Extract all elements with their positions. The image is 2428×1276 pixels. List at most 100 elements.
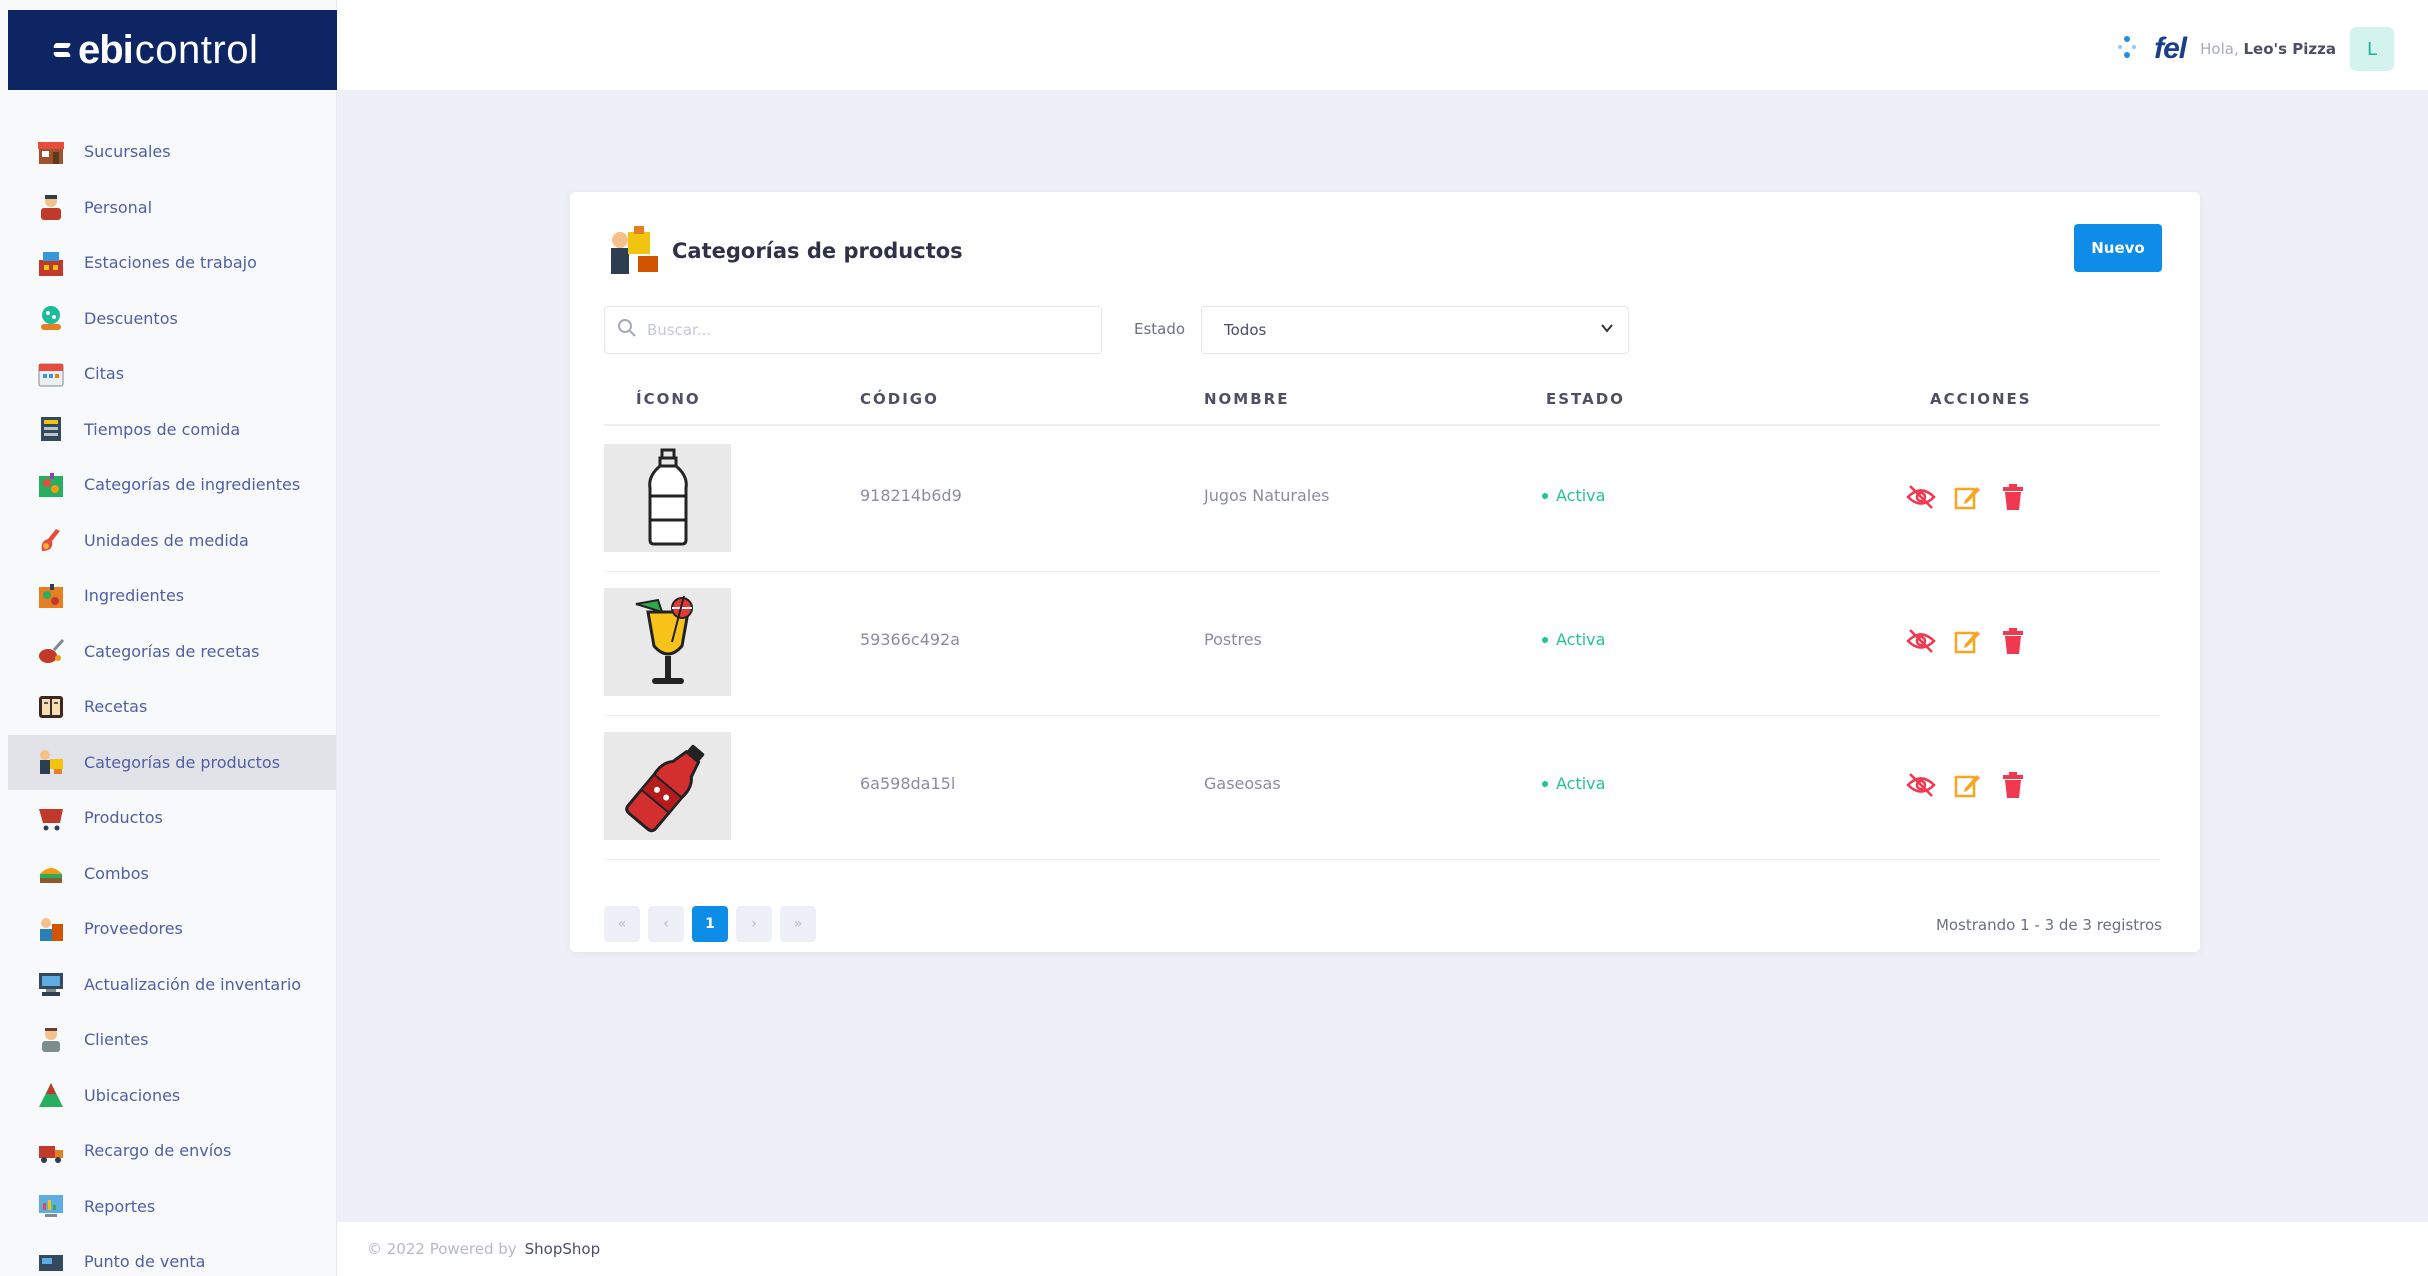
column-header-nombre: NOMBRE [1204, 390, 1290, 408]
sidebar-item-label: Recetas [84, 697, 148, 717]
search-input[interactable] [647, 321, 1087, 339]
sidebar-item-citas[interactable]: Citas [8, 346, 336, 402]
records-summary: Mostrando 1 - 3 de 3 registros [1935, 916, 2162, 934]
edit-icon[interactable] [1950, 624, 1984, 658]
prev-page-button[interactable]: ‹ [648, 906, 684, 942]
brand-mark-icon [52, 37, 72, 63]
sidebar-item-categorias-ingredientes[interactable]: Categorías de ingredientes [8, 457, 336, 513]
store-icon [34, 135, 68, 169]
sidebar-item-reportes[interactable]: Reportes [8, 1179, 336, 1235]
status-dot [1542, 636, 1548, 643]
current-page-button[interactable]: 1 [692, 906, 728, 942]
sidebar: ebi control Sucursales Personal Estacion… [0, 0, 342, 1276]
status-badge: Activa [1542, 486, 1605, 505]
pos-icon [34, 1245, 68, 1276]
report-icon [34, 1189, 68, 1223]
table-row: 6a598da15l Gaseosas Activa [604, 716, 2160, 860]
sidebar-item-label: Citas [84, 364, 125, 384]
status-badge: Activa [1542, 630, 1605, 649]
status-text: Activa [1556, 486, 1606, 505]
sidebar-menu: Sucursales Personal Estaciones de trabaj… [8, 124, 336, 1276]
delivery-icon [34, 1134, 68, 1168]
row-code: 6a598da15l [860, 774, 956, 793]
column-header-estado: ESTADO [1546, 390, 1625, 408]
recipe-category-icon [34, 634, 68, 668]
card-header: Categorías de productos [604, 222, 963, 280]
avatar[interactable]: L [2350, 27, 2394, 71]
search-box[interactable] [604, 306, 1102, 354]
topbar: fel Hola, Leo's Pizza L [337, 0, 2428, 90]
hide-icon[interactable] [1904, 480, 1938, 514]
sidebar-item-sucursales[interactable]: Sucursales [8, 124, 336, 180]
sidebar-item-label: Sucursales [84, 142, 171, 162]
page-title: Categorías de productos [672, 239, 963, 263]
inventory-icon [34, 967, 68, 1001]
first-page-button[interactable]: « [604, 906, 640, 942]
sidebar-item-inventario[interactable]: Actualización de inventario [8, 957, 336, 1013]
user-name: Leo's Pizza [2243, 40, 2337, 58]
sidebar-item-label: Ingredientes [84, 586, 185, 606]
sidebar-item-personal[interactable]: Personal [8, 180, 336, 236]
cocktail-icon [604, 588, 731, 696]
column-header-icono: ÍCONO [636, 390, 701, 408]
sidebar-item-productos[interactable]: Productos [8, 790, 336, 846]
delete-icon[interactable] [1996, 624, 2030, 658]
status-dot [1542, 492, 1548, 499]
status-text: Activa [1556, 630, 1606, 649]
soda-bottle-icon [604, 732, 731, 840]
sidebar-item-clientes[interactable]: Clientes [8, 1012, 336, 1068]
client-icon [34, 1023, 68, 1057]
location-icon [34, 1078, 68, 1112]
supplier-icon [34, 912, 68, 946]
sidebar-item-ubicaciones[interactable]: Ubicaciones [8, 1068, 336, 1124]
sidebar-item-label: Categorías de recetas [84, 641, 260, 661]
pagination: « ‹ 1 › » [604, 906, 816, 942]
estado-filter-label: Estado [1134, 320, 1186, 338]
estado-select[interactable]: Todos [1201, 306, 1629, 354]
categories-card: Categorías de productos Nuevo Estado Tod… [570, 192, 2200, 952]
sidebar-item-label: Unidades de medida [84, 530, 249, 550]
sidebar-item-combos[interactable]: Combos [8, 846, 336, 902]
fel-logo[interactable]: fel [2154, 32, 2187, 66]
spinner-icon[interactable] [2114, 34, 2140, 64]
edit-icon[interactable] [1950, 768, 1984, 802]
row-code: 59366c492a [860, 630, 961, 649]
next-page-button[interactable]: › [736, 906, 772, 942]
footer: © 2022 Powered by ShopShop [337, 1222, 2428, 1276]
sidebar-item-estaciones[interactable]: Estaciones de trabajo [8, 235, 336, 291]
sidebar-item-categorias-recetas[interactable]: Categorías de recetas [8, 624, 336, 680]
sidebar-item-proveedores[interactable]: Proveedores [8, 901, 336, 957]
delete-icon[interactable] [1996, 480, 2030, 514]
hide-icon[interactable] [1904, 624, 1938, 658]
sidebar-item-ingredientes[interactable]: Ingredientes [8, 568, 336, 624]
footer-brand-link[interactable]: ShopShop [525, 1240, 600, 1258]
row-name: Jugos Naturales [1204, 486, 1330, 505]
brand-logo[interactable]: ebi control [8, 10, 342, 90]
edit-icon[interactable] [1950, 480, 1984, 514]
sidebar-item-label: Categorías de ingredientes [84, 475, 301, 495]
staff-icon [34, 190, 68, 224]
sidebar-item-categorias-productos[interactable]: Categorías de productos [8, 734, 336, 790]
delete-icon[interactable] [1996, 768, 2030, 802]
table-row: 59366c492a Postres Activa [604, 572, 2160, 716]
sidebar-item-punto-venta[interactable]: Punto de venta [8, 1234, 336, 1276]
sidebar-item-recargo[interactable]: Recargo de envíos [8, 1123, 336, 1179]
sidebar-item-label: Productos [84, 808, 163, 828]
last-page-button[interactable]: » [780, 906, 816, 942]
sidebar-item-descuentos[interactable]: Descuentos [8, 291, 336, 347]
sidebar-item-recetas[interactable]: Recetas [8, 679, 336, 735]
row-name: Postres [1204, 630, 1262, 649]
estado-select-value: Todos [1224, 321, 1267, 339]
status-dot [1542, 780, 1548, 787]
sidebar-item-label: Combos [84, 863, 149, 883]
sidebar-item-unidades[interactable]: Unidades de medida [8, 513, 336, 569]
new-button[interactable]: Nuevo [2074, 224, 2162, 272]
water-bottle-icon [604, 444, 731, 552]
sidebar-item-tiempos[interactable]: Tiempos de comida [8, 402, 336, 458]
row-actions [1904, 624, 2030, 658]
sidebar-item-label: Punto de venta [84, 1252, 206, 1272]
sidebar-item-label: Actualización de inventario [84, 974, 302, 994]
product-category-icon [604, 222, 664, 280]
hide-icon[interactable] [1904, 768, 1938, 802]
chevron-down-icon [1600, 321, 1614, 339]
